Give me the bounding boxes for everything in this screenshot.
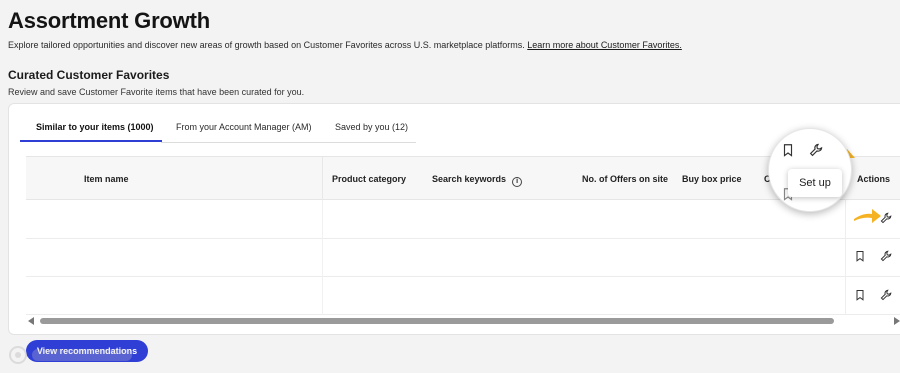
table-row <box>26 314 900 315</box>
info-icon[interactable]: i <box>512 177 523 187</box>
column-search-keywords[interactable]: Search keywords i <box>432 174 523 187</box>
tab-saved-by-you[interactable]: Saved by you (12) <box>320 118 430 142</box>
scroll-right-arrow[interactable] <box>894 317 900 325</box>
tab-similar-items[interactable]: Similar to your items (1000) <box>20 118 162 142</box>
tab-divider <box>161 142 416 143</box>
bookmark-icon[interactable] <box>781 143 795 157</box>
watermark-logo <box>9 346 132 364</box>
page-title: Assortment Growth <box>8 8 210 33</box>
table-row <box>26 238 900 239</box>
column-search-keywords-label: Search keywords <box>432 174 507 184</box>
page-description-text: Explore tailored opportunities and disco… <box>8 40 525 50</box>
column-divider <box>322 157 323 201</box>
page-description: Explore tailored opportunities and disco… <box>8 40 682 50</box>
column-item-name[interactable]: Item name <box>84 174 129 184</box>
section-description: Review and save Customer Favorite items … <box>8 87 305 97</box>
table-row <box>26 276 900 277</box>
column-actions: Actions <box>857 174 891 184</box>
pointer-arrow-icon <box>854 209 881 223</box>
wrench-icon[interactable] <box>880 250 892 262</box>
setup-tooltip: Set up <box>788 169 842 197</box>
column-buy-box-price[interactable]: Buy box price <box>682 174 742 184</box>
wrench-icon[interactable] <box>809 143 823 157</box>
tab-bar: Similar to your items (1000) From your A… <box>20 118 430 142</box>
learn-more-link[interactable]: Learn more about Customer Favorites. <box>527 40 682 50</box>
tab-account-manager[interactable]: From your Account Manager (AM) <box>162 118 320 142</box>
column-product-category[interactable]: Product category <box>332 174 406 184</box>
scroll-left-arrow[interactable] <box>28 317 34 325</box>
actions-divider <box>845 200 846 315</box>
column-divider <box>322 200 323 315</box>
section-title: Curated Customer Favorites <box>8 68 170 82</box>
bookmark-icon[interactable] <box>854 250 866 262</box>
wrench-icon[interactable] <box>880 289 892 301</box>
horizontal-scrollbar[interactable] <box>40 318 834 324</box>
column-offers-on-site[interactable]: No. of Offers on site <box>582 174 668 184</box>
bookmark-icon[interactable] <box>854 289 866 301</box>
